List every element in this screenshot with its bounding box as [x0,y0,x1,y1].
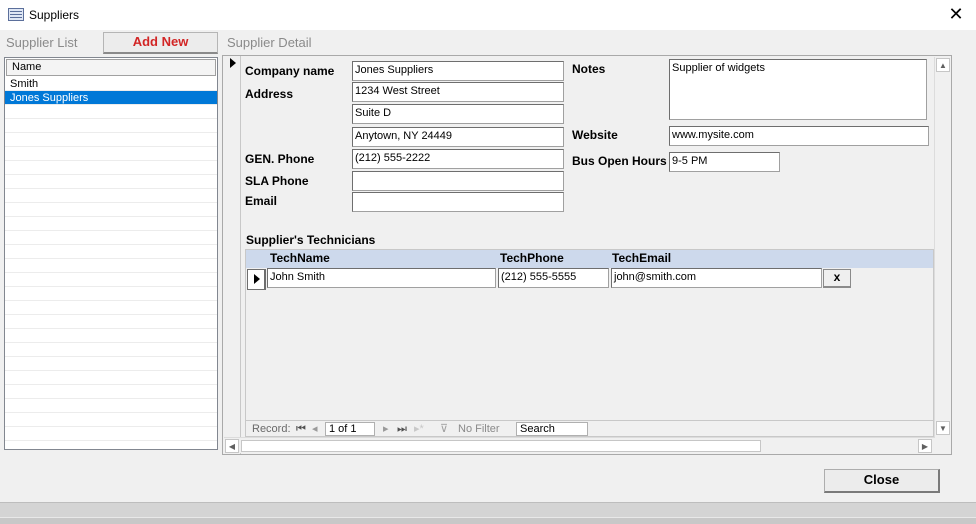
col-header-techemail: TechEmail [612,251,672,265]
bus-open-hours-field[interactable]: 9-5 PM [669,152,780,172]
list-empty-row [5,245,217,259]
list-empty-row [5,259,217,273]
company-name-field[interactable]: Jones Suppliers [352,61,564,81]
tab-supplier-detail[interactable]: Supplier Detail [227,35,312,50]
sla-phone-field[interactable] [352,171,564,191]
window-bottom-edge [0,517,976,524]
supplier-listbox[interactable]: Name Smith Jones Suppliers [4,57,218,450]
email-field[interactable] [352,192,564,212]
gen-phone-field[interactable]: (212) 555-2222 [352,149,564,169]
add-new-button[interactable]: Add New [103,32,218,54]
technicians-caption: Supplier's Technicians [246,233,376,247]
list-empty-row [5,217,217,231]
list-empty-row [5,175,217,189]
list-item-selected[interactable]: Jones Suppliers [5,91,217,105]
address-label: Address [245,87,294,101]
list-empty-row [5,385,217,399]
filter-icon: ⊽ [440,423,449,435]
col-header-techname: TechName [270,251,330,265]
list-empty-row [5,105,217,119]
tech-phone-field[interactable]: (212) 555-5555 [498,268,609,288]
title-bar: Suppliers ✕ [0,0,976,30]
tab-supplier-list[interactable]: Supplier List [6,35,78,50]
list-empty-row [5,427,217,441]
address-line1-field[interactable]: 1234 West Street [352,82,564,102]
no-filter-label[interactable]: No Filter [458,423,500,435]
tech-name-field[interactable]: John Smith [267,268,496,288]
list-empty-row [5,399,217,413]
list-empty-row [5,133,217,147]
bus-open-hours-label: Bus Open Hours [572,154,667,168]
last-record-icon[interactable]: ⏭ [397,423,407,435]
next-record-icon[interactable]: ▸ [383,423,389,435]
list-empty-row [5,119,217,133]
detail-vertical-scrollbar[interactable]: ▲ ▼ [934,57,950,437]
list-empty-row [5,231,217,245]
subform-row-selector[interactable] [247,269,266,290]
list-empty-row [5,301,217,315]
record-navigation-bar: Record: ⏮ ◂ 1 of 1 ▸ ⏭ ▸* ⊽ No Filter Se… [246,420,933,436]
window-close-icon[interactable]: ✕ [944,4,968,26]
form-icon [8,8,24,21]
col-header-techphone: TechPhone [500,251,564,265]
list-empty-row [5,287,217,301]
technicians-subform: TechName TechPhone TechEmail John Smith … [245,249,934,437]
record-selector[interactable] [223,56,241,454]
email-label: Email [245,194,278,208]
scroll-down-icon[interactable]: ▼ [936,421,950,435]
record-position-field[interactable]: 1 of 1 [325,422,375,436]
list-empty-row [5,189,217,203]
list-empty-row [5,413,217,427]
list-empty-row [5,329,217,343]
list-empty-row [5,343,217,357]
list-empty-row [5,315,217,329]
list-empty-row [5,371,217,385]
address-line2-field[interactable]: Suite D [352,104,564,124]
current-record-arrow-icon [230,58,236,68]
list-item[interactable]: Smith [5,77,217,91]
scroll-left-icon[interactable]: ◀ [225,439,239,453]
detail-horizontal-scrollbar[interactable]: ◀ ▶ [224,437,935,453]
subform-column-headers: TechName TechPhone TechEmail [246,250,933,268]
list-empty-row [5,357,217,371]
address-line3-field[interactable]: Anytown, NY 24449 [352,127,564,147]
list-empty-row [5,161,217,175]
list-empty-row [5,273,217,287]
new-record-icon[interactable]: ▸* [414,423,424,435]
record-label: Record: [252,423,291,435]
window-title: Suppliers [29,8,80,22]
close-button[interactable]: Close [824,469,940,493]
list-column-header[interactable]: Name [6,59,216,76]
list-empty-row [5,147,217,161]
list-empty-row [5,203,217,217]
gen-phone-label: GEN. Phone [245,152,315,166]
scroll-up-icon[interactable]: ▲ [936,58,950,72]
delete-tech-button[interactable]: x [823,269,851,288]
horizontal-scroll-thumb[interactable] [241,440,761,452]
scroll-right-icon[interactable]: ▶ [918,439,932,453]
sla-phone-label: SLA Phone [245,174,309,188]
website-field[interactable]: www.mysite.com [669,126,929,146]
notes-field[interactable]: Supplier of widgets [669,59,927,120]
tech-email-field[interactable]: john@smith.com [611,268,822,288]
previous-record-icon[interactable]: ◂ [312,423,318,435]
notes-label: Notes [572,62,606,76]
company-name-label: Company name [245,64,335,78]
search-input[interactable]: Search [516,422,588,436]
first-record-icon[interactable]: ⏮ [296,423,306,435]
website-label: Website [572,128,618,142]
